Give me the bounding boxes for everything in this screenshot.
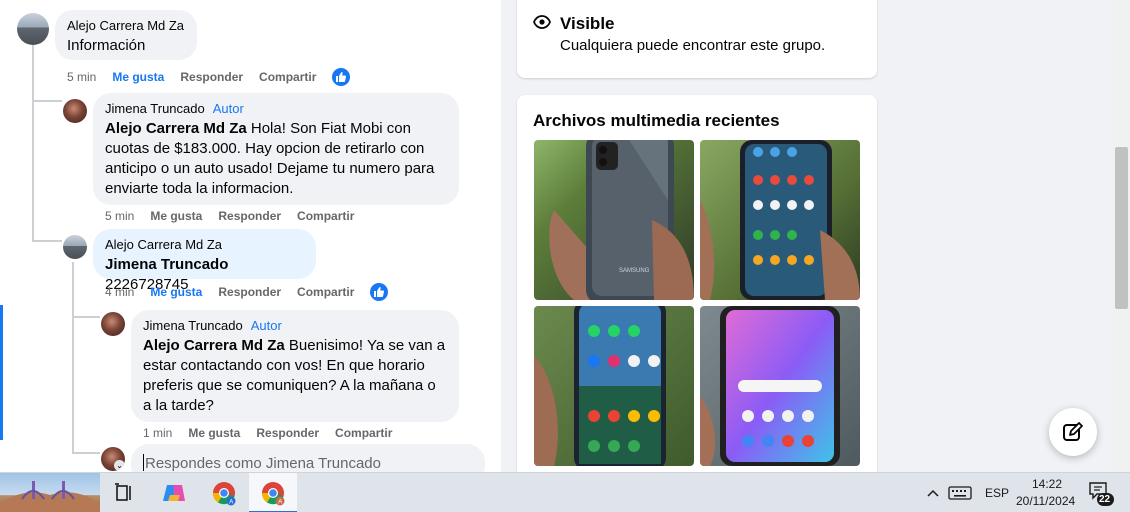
notification-icon [1089,482,1114,506]
avatar[interactable] [101,312,125,336]
language-indicator[interactable]: ESP [985,486,1009,500]
comment-actions: 1 min Me gusta Responder Compartir [143,426,392,440]
comment-time[interactable]: 5 min [67,70,96,84]
comment-time[interactable]: 1 min [143,426,172,440]
weather-landscape-icon [0,481,100,512]
mention-link[interactable]: Alejo Carrera Md Za [143,337,285,354]
comment-author-line: Jimena Truncado Autor [105,100,447,117]
phone-photo: SAMSUNG [549,140,694,300]
share-button[interactable]: Compartir [297,285,354,299]
group-visibility-card: Visible Cualquiera puede encontrar este … [517,0,877,78]
comment-time[interactable]: 4 min [105,285,134,299]
comment-author[interactable]: Alejo Carrera Md Za [67,17,185,34]
author-badge: Autor [212,101,244,116]
visibility-description: Cualquiera puede encontrar este grupo. [560,37,826,54]
clock-date[interactable]: 20/11/2024 [1016,494,1075,508]
like-button[interactable]: Me gusta [112,70,164,84]
thread-line [32,100,62,102]
like-reaction-icon[interactable] [332,68,351,86]
avatar[interactable] [63,99,87,123]
like-button[interactable]: Me gusta [188,426,240,440]
comment-bubble: Jimena Truncado Autor Alejo Carrera Md Za… [131,310,459,422]
media-section-title[interactable]: Archivos multimedia recientes [533,111,780,131]
avatar[interactable] [63,235,87,259]
chrome-active-taskbar-button[interactable]: A [249,473,297,512]
keyboard-icon [948,486,972,500]
visibility-title: Visible [560,14,615,33]
reply-placeholder: Respondes como Jimena Truncado [145,455,381,472]
comment-author[interactable]: Jimena Truncado [105,101,205,116]
share-button[interactable]: Compartir [297,209,354,223]
recent-media-card: Archivos multimedia recientes SAMSUNG [517,95,877,485]
comment-author[interactable]: Jimena Truncado [143,318,243,333]
windows-taskbar: A A ESP 14:22 20/11/2024 22 [0,472,1130,512]
new-message-button[interactable] [1049,408,1097,456]
comments-panel: Alejo Carrera Md Za Información 5 min Me… [0,0,501,472]
task-view-button[interactable] [104,473,144,512]
reply-button[interactable]: Responder [218,285,281,299]
comment-time[interactable]: 5 min [105,209,134,223]
copilot-icon [163,485,185,501]
chrome-icon: A [261,482,285,506]
focus-indicator [0,305,3,440]
notifications-button[interactable]: 22 [1086,473,1116,512]
task-view-icon [115,483,131,501]
reply-input[interactable]: Respondes como Jimena Truncado [131,444,485,472]
media-thumbnail[interactable] [700,306,860,466]
compose-icon [1063,422,1083,441]
thread-line [32,240,62,242]
mention-link[interactable]: Jimena Truncado [105,256,228,273]
comment-author[interactable]: Alejo Carrera Md Za [105,236,304,253]
comment-actions: 5 min Me gusta Responder Compartir [105,209,354,223]
comment-text: Alejo Carrera Md Za Hola! Son Fiat Mobi … [105,119,447,199]
comment-text: Alejo Carrera Md Za Buenisimo! Ya se van… [143,336,447,416]
share-button[interactable]: Compartir [259,70,316,84]
comment-actions: 4 min Me gusta Responder Compartir [105,283,389,301]
copilot-button[interactable] [154,473,194,512]
widgets-button[interactable] [0,473,100,512]
chevron-up-icon [927,489,939,497]
media-thumbnail[interactable] [534,306,694,466]
avatar[interactable] [17,13,49,45]
thread-line [72,262,74,452]
share-button[interactable]: Compartir [335,426,392,440]
like-button[interactable]: Me gusta [150,209,202,223]
comment-bubble: Alejo Carrera Md Za Información [55,10,197,60]
thread-line [72,452,100,454]
comment-author-line: Jimena Truncado Autor [143,317,447,334]
thread-line [32,45,34,240]
svg-text:A: A [278,499,282,505]
comment-actions: 5 min Me gusta Responder Compartir [67,68,351,86]
reply-button[interactable]: Responder [256,426,319,440]
phone-photo [700,140,860,300]
like-button[interactable]: Me gusta [150,285,202,299]
show-hidden-icons-button[interactable] [922,473,944,512]
author-badge: Autor [250,318,282,333]
chevron-down-icon[interactable]: ⌄ [114,460,125,471]
chrome-taskbar-button[interactable]: A [203,473,245,512]
clock-time[interactable]: 14:22 [1032,477,1062,491]
text-caret [143,454,144,471]
notification-count: 22 [1099,494,1111,505]
svg-text:A: A [229,499,233,505]
like-reaction-icon[interactable] [370,283,389,301]
mention-link[interactable]: Alejo Carrera Md Za [105,120,247,137]
reply-button[interactable]: Responder [218,209,281,223]
comment-bubble: Jimena Truncado Autor Alejo Carrera Md Za… [93,93,459,205]
current-user-avatar[interactable]: ⌄ [101,447,125,471]
scrollbar-thumb[interactable] [1115,147,1128,309]
phone-photo [534,306,666,466]
media-thumbnail[interactable]: SAMSUNG [534,140,694,300]
chrome-icon: A [212,482,236,506]
phone-brand-text: SAMSUNG [619,268,650,274]
phone-photo [700,306,840,466]
thread-line [72,316,100,318]
comment-bubble: Alejo Carrera Md Za Jimena Truncado 2226… [93,229,316,293]
media-thumbnail[interactable] [700,140,860,300]
eye-icon [533,15,551,29]
keyboard-button[interactable] [946,473,974,512]
reply-button[interactable]: Responder [180,70,243,84]
comment-text: Información [67,37,146,54]
